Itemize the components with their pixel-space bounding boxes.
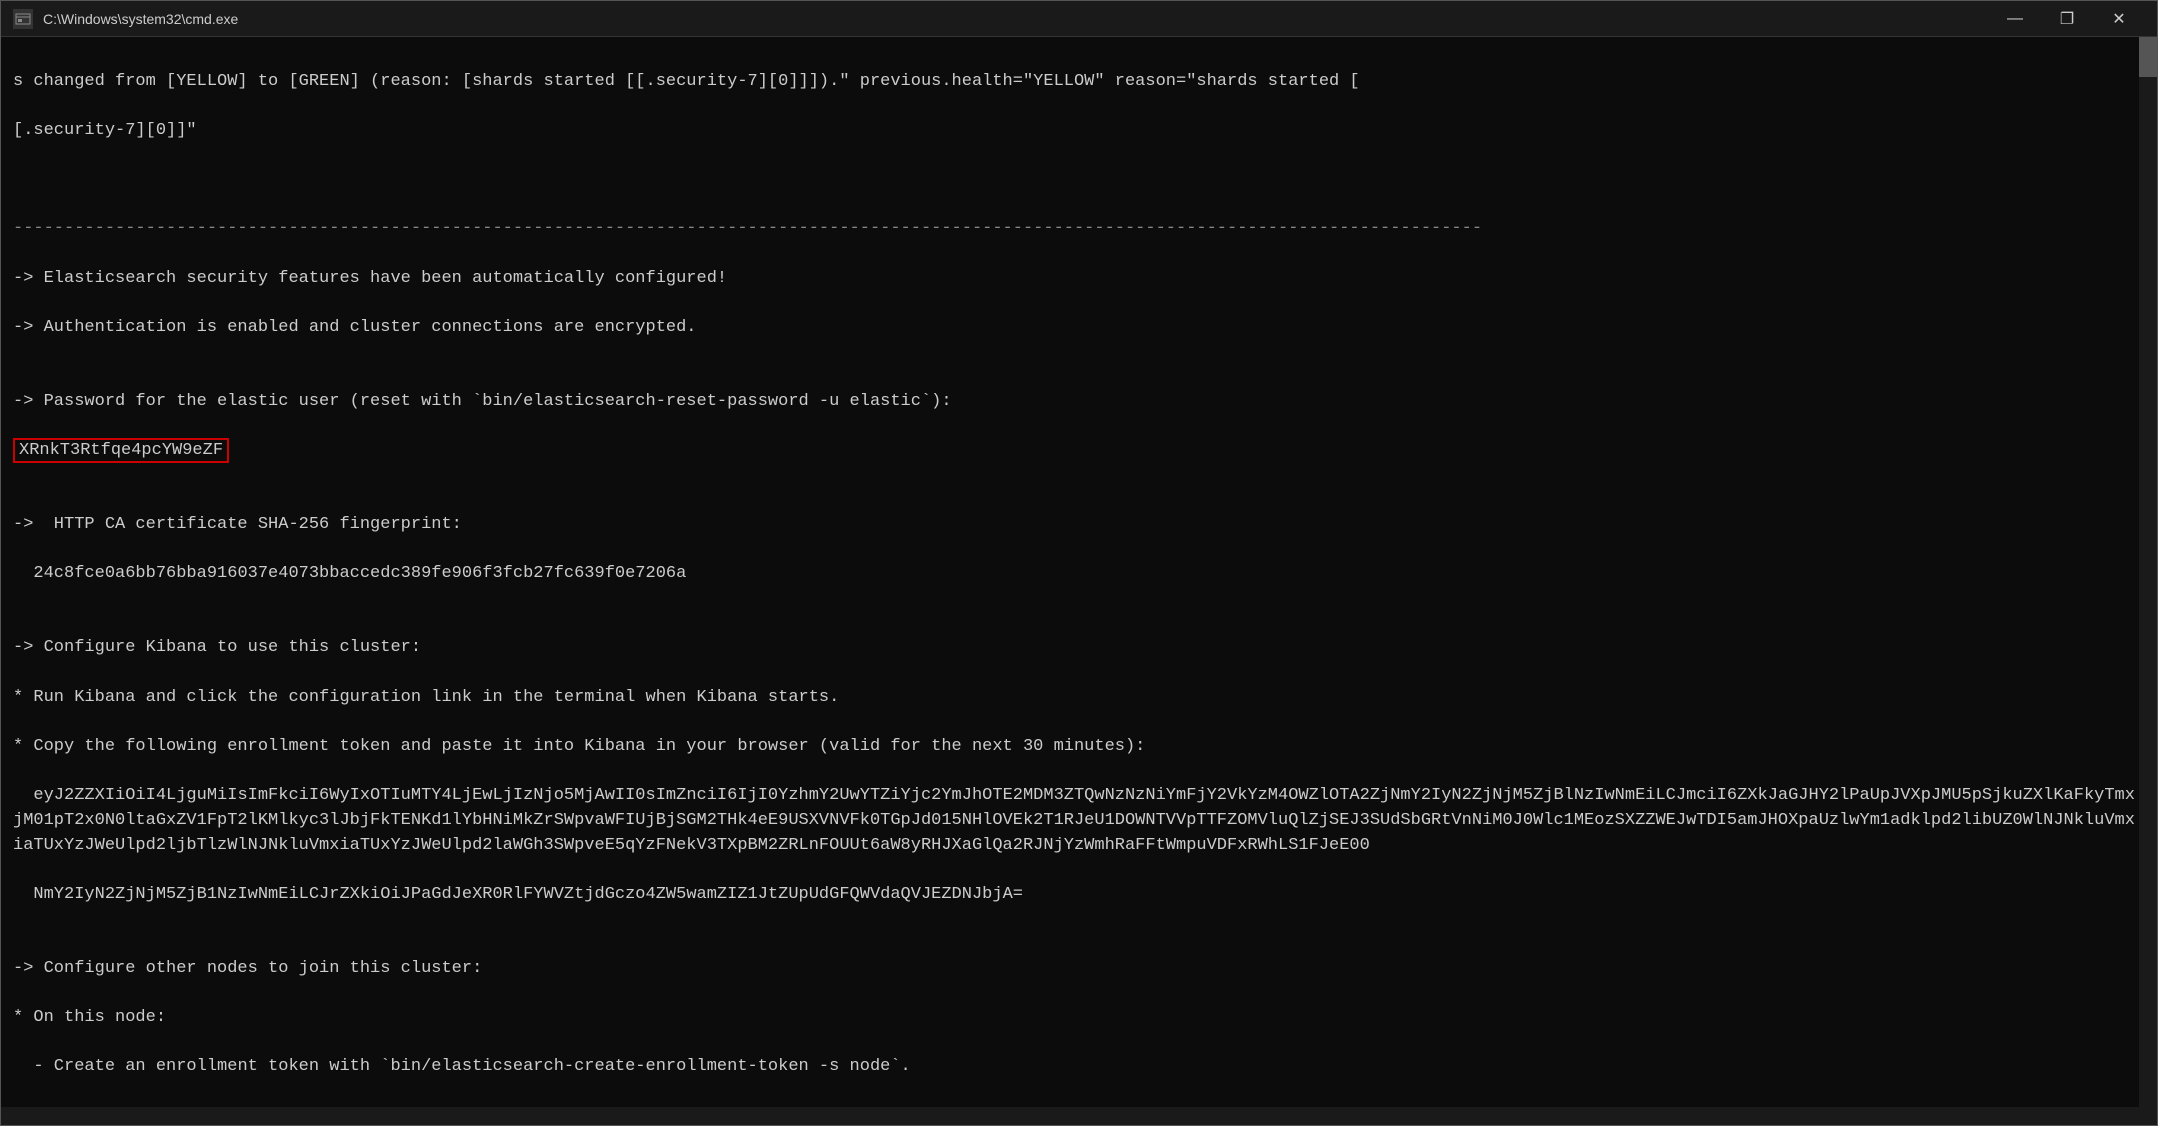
title-bar: C:\Windows\system32\cmd.exe — ❐ ✕ (1, 1, 2157, 37)
window-title: C:\Windows\system32\cmd.exe (43, 11, 1989, 27)
line-password-label: -> Password for the elastic user (reset … (13, 392, 952, 411)
window-icon (13, 9, 33, 29)
vertical-scrollbar[interactable] (2139, 37, 2157, 1125)
cmd-window: C:\Windows\system32\cmd.exe — ❐ ✕ s chan… (0, 0, 2158, 1126)
line-health-change-2: [.security-7][0]]" (13, 121, 197, 140)
nodes-line-2: - Create an enrollment token with `bin/e… (13, 1057, 911, 1076)
console-area: s changed from [YELLOW] to [GREEN] (reas… (1, 37, 2157, 1125)
kibana-line-2: * Copy the following enrollment token an… (13, 737, 1145, 756)
token-line-2: NmY2IyN2ZjNjM5ZjB1NzIwNmEiLCJrZXkiOiJPaG… (13, 885, 1023, 904)
line-nodes-label: -> Configure other nodes to join this cl… (13, 959, 482, 978)
token-line-1: eyJ2ZZXIiOiI4LjguMiIsImFkciI6WyIxOTIuMTY… (13, 786, 2135, 854)
window-controls: — ❐ ✕ (1989, 1, 2145, 37)
restore-button[interactable]: ❐ (2041, 1, 2093, 37)
line-sha-label: -> HTTP CA certificate SHA-256 fingerpri… (13, 515, 462, 534)
kibana-line-1: * Run Kibana and click the configuration… (13, 688, 839, 707)
line-health-change: s changed from [YELLOW] to [GREEN] (reas… (13, 72, 1360, 91)
horizontal-scrollbar[interactable] (1, 1107, 2139, 1125)
nodes-line-1: * On this node: (13, 1008, 166, 1027)
sha-value: 24c8fce0a6bb76bba916037e4073bbaccedc389f… (13, 564, 686, 583)
scrollbar-thumb[interactable] (2139, 37, 2157, 77)
console-content: s changed from [YELLOW] to [GREEN] (reas… (13, 45, 2145, 1125)
line-security-1: -> Elasticsearch security features have … (13, 269, 727, 288)
minimize-button[interactable]: — (1989, 1, 2041, 37)
close-button[interactable]: ✕ (2093, 1, 2145, 37)
password-value: XRnkT3Rtfqe4pcYW9eZF (13, 438, 229, 463)
line-security-2: -> Authentication is enabled and cluster… (13, 318, 697, 337)
line-kibana-label: -> Configure Kibana to use this cluster: (13, 638, 421, 657)
separator-1: ----------------------------------------… (13, 219, 1482, 238)
